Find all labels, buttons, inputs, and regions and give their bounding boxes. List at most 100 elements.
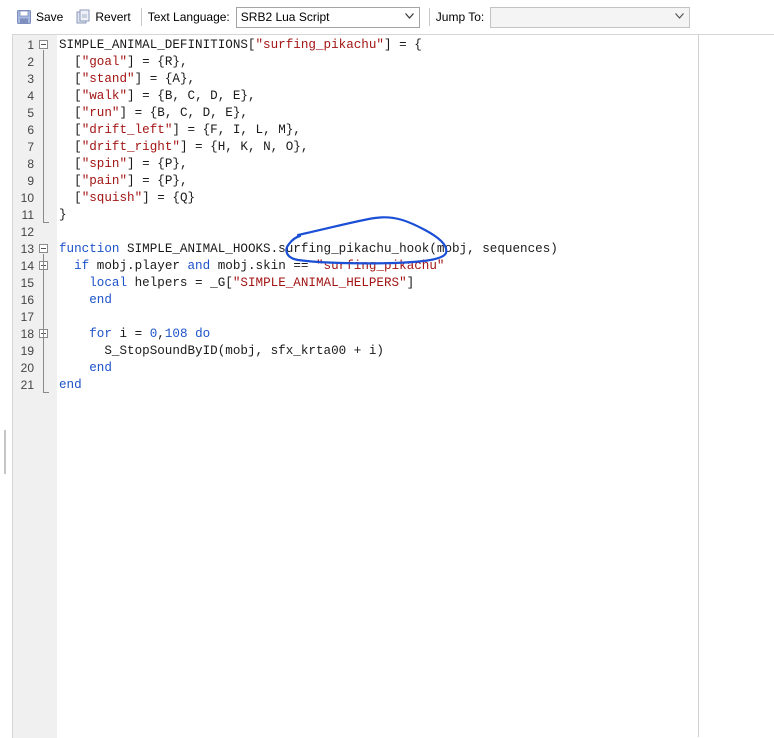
code-line[interactable]: 5 ["run"] = {B, C, D, E}, <box>13 105 699 122</box>
code-text: if mobj.player and mobj.skin == "surfing… <box>59 258 444 275</box>
string-token: "run" <box>81 106 120 120</box>
line-number: 9 <box>27 174 34 188</box>
left-resize-handle[interactable] <box>4 430 6 474</box>
keyword-token: end <box>89 361 112 375</box>
jump-to-label: Jump To: <box>435 10 485 24</box>
code-token: [ <box>59 123 82 137</box>
code-text: ["run"] = {B, C, D, E}, <box>59 105 248 122</box>
keyword-token: if <box>74 259 90 273</box>
code-line[interactable]: 8 ["spin"] = {P}, <box>13 156 699 173</box>
code-token: ] <box>406 276 415 290</box>
code-line[interactable]: 9 ["pain"] = {P}, <box>13 173 699 190</box>
string-token: "surfing_pikachu" <box>316 259 445 273</box>
editor-right-margin <box>698 34 699 737</box>
code-text: S_StopSoundByID(mobj, sfx_krta00 + i) <box>59 343 384 360</box>
fold-guide-end <box>43 222 49 223</box>
code-line[interactable]: 13 function SIMPLE_ANIMAL_HOOKS.surfing_p… <box>13 241 699 258</box>
text-language-label: Text Language: <box>147 10 230 24</box>
line-number: 4 <box>27 89 34 103</box>
code-token: [ <box>59 157 82 171</box>
code-line[interactable]: 4 ["walk"] = {B, C, D, E}, <box>13 88 699 105</box>
code-token: [ <box>59 174 82 188</box>
keyword-token: local <box>89 276 128 290</box>
code-line[interactable]: 20 end <box>13 360 699 377</box>
code-editor[interactable]: 1 SIMPLE_ANIMAL_DEFINITIONS["surfing_pika… <box>12 34 774 738</box>
code-text: ["squish"] = {Q} <box>59 190 195 207</box>
code-line[interactable]: 16 end <box>13 292 699 309</box>
code-token: ] = {P}, <box>127 157 188 171</box>
text-language-value: SRB2 Lua Script <box>240 9 330 24</box>
code-token: S_StopSoundByID(mobj, sfx_krta00 + i) <box>59 344 384 358</box>
code-line[interactable]: 21 end <box>13 377 699 394</box>
code-token: ] = {A}, <box>134 72 196 86</box>
code-token: , <box>157 327 165 341</box>
line-number: 13 <box>20 242 34 256</box>
line-number: 19 <box>20 344 34 358</box>
code-line[interactable]: 14 if mobj.player and mobj.skin == "surf… <box>13 258 699 275</box>
code-token: ] = {B, C, D, E}, <box>119 106 248 120</box>
code-text: ["spin"] = {P}, <box>59 156 188 173</box>
code-token: ] = {P}, <box>127 174 188 188</box>
fold-guide <box>43 50 44 222</box>
code-line[interactable]: 1 SIMPLE_ANIMAL_DEFINITIONS["surfing_pika… <box>13 37 699 54</box>
fold-guide-end <box>43 392 49 393</box>
line-number: 20 <box>20 361 34 375</box>
save-icon <box>17 10 31 24</box>
code-token: [ <box>59 106 82 120</box>
code-token: [ <box>59 55 82 69</box>
code-token: ] = {B, C, D, E}, <box>127 89 256 103</box>
code-token: ] = { <box>383 38 422 52</box>
line-number: 3 <box>27 72 34 86</box>
line-number: 7 <box>27 140 34 154</box>
code-line[interactable]: 19 S_StopSoundByID(mobj, sfx_krta00 + i) <box>13 343 699 360</box>
line-number: 16 <box>20 293 34 307</box>
revert-icon <box>76 9 90 24</box>
code-line[interactable]: 11} <box>13 207 699 224</box>
string-token: "drift_right" <box>81 140 180 154</box>
code-line[interactable]: 2 ["goal"] = {R}, <box>13 54 699 71</box>
code-token: } <box>59 208 67 222</box>
revert-button[interactable]: Revert <box>71 5 134 29</box>
code-text: ["goal"] = {R}, <box>59 54 187 71</box>
string-token: "walk" <box>81 89 128 103</box>
code-token: [ <box>59 72 82 86</box>
keyword-token: function <box>59 242 120 256</box>
save-label: Save <box>36 10 64 24</box>
code-line[interactable]: 7 ["drift_right"] = {H, K, N, O}, <box>13 139 699 156</box>
code-line[interactable]: 15 local helpers = _G["SIMPLE_ANIMAL_HEL… <box>13 275 699 292</box>
code-line[interactable]: 3 ["stand"] = {A}, <box>13 71 699 88</box>
code-text: function SIMPLE_ANIMAL_HOOKS.surfing_pik… <box>59 241 558 258</box>
line-number: 10 <box>20 191 34 205</box>
code-text: end <box>59 292 112 309</box>
code-token: i = <box>111 327 150 341</box>
code-line[interactable]: 6 ["drift_left"] = {F, I, L, M}, <box>13 122 699 139</box>
fold-toggle-icon[interactable] <box>39 244 48 253</box>
chevron-down-icon <box>404 12 414 19</box>
string-token: "pain" <box>81 174 128 188</box>
text-language-select[interactable]: SRB2 Lua Script <box>235 6 420 28</box>
code-line[interactable]: 12 <box>13 224 699 241</box>
code-line[interactable]: 18 for i = 0,108 do <box>13 326 699 343</box>
save-button[interactable]: Save <box>12 5 67 29</box>
code-text: ["pain"] = {P}, <box>59 173 188 190</box>
code-token: SIMPLE_ANIMAL_HOOKS.surfing_pikachu_hook… <box>119 242 558 256</box>
code-token: ] = {Q} <box>142 191 196 205</box>
code-token: SIMPLE_ANIMAL_DEFINITIONS[ <box>59 38 256 52</box>
code-line[interactable]: 17 <box>13 309 699 326</box>
line-number: 2 <box>27 55 34 69</box>
string-token: "stand" <box>81 72 135 86</box>
code-line[interactable]: 10 ["squish"] = {Q} <box>13 190 699 207</box>
line-number: 18 <box>20 327 34 341</box>
string-token: "spin" <box>81 157 128 171</box>
code-token: ] = {F, I, L, M}, <box>172 123 301 137</box>
line-number: 17 <box>20 310 34 324</box>
keyword-token: end <box>89 293 112 307</box>
fold-toggle-icon[interactable] <box>39 40 48 49</box>
jump-to-select[interactable] <box>490 6 691 28</box>
code-text: SIMPLE_ANIMAL_DEFINITIONS["surfing_pikac… <box>59 37 422 54</box>
toolbar-divider <box>140 8 142 26</box>
line-number: 5 <box>27 106 34 120</box>
